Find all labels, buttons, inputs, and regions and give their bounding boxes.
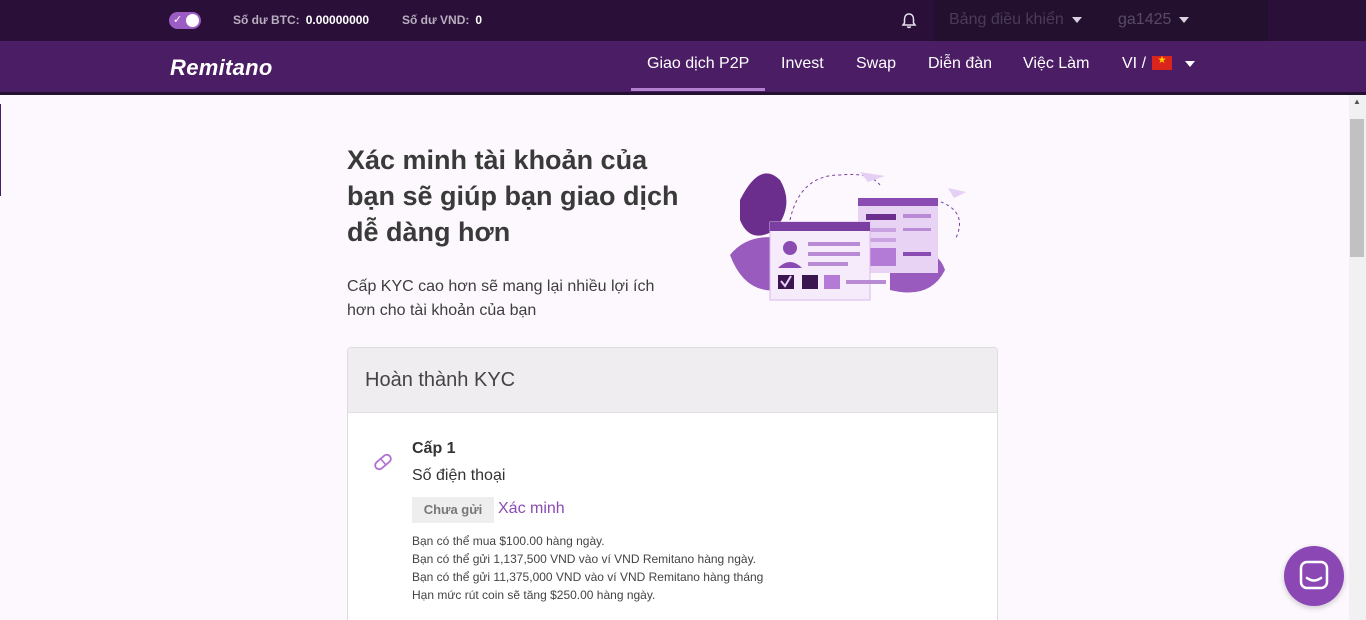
language-label: VI / [1122,55,1147,72]
vietnam-flag-icon [1152,55,1173,70]
nav-item-invest[interactable]: Invest [781,55,824,73]
scroll-up-arrow-icon[interactable]: ▲ [1353,97,1361,106]
toggle-knob [186,14,199,27]
kyc-illustration [730,172,966,301]
limit-item: Bạn có thể gửi 11,375,000 VND vào ví VND… [412,570,764,584]
chevron-down-icon [1179,16,1190,23]
limit-item: Bạn có thể gửi 1,137,500 VND vào ví VND … [412,552,757,566]
btc-balance: Số dư BTC: 0.00000000 [233,13,369,27]
dashboard-dropdown[interactable]: Bảng điều khiển [949,11,1082,29]
vnd-balance-label: Số dư VND: [402,13,470,27]
limit-item: Hạn mức rút coin sẽ tăng $250.00 hàng ng… [412,588,656,602]
vnd-balance: Số dư VND: 0 [402,13,482,27]
nav-item-jobs[interactable]: Việc Làm [1023,55,1089,73]
language-selector[interactable]: VI / [1122,55,1195,73]
balance-toggle[interactable]: ✓ [169,12,201,29]
dashboard-label: Bảng điều khiển [949,11,1064,28]
kyc-level-label: Cấp 1 [412,440,456,457]
chat-icon [1299,560,1329,590]
nav-item-p2p[interactable]: Giao dịch P2P [647,55,749,73]
phone-pill-icon [374,453,392,471]
nav-active-indicator [631,88,765,91]
chevron-down-icon [1184,60,1195,67]
verify-link[interactable]: Xác minh [498,500,565,518]
nav-divider [0,92,1366,95]
limit-item: Bạn có thể mua $100.00 hàng ngày. [412,534,605,548]
page-subtitle: Cấp KYC cao hơn sẽ mang lại nhiều lợi íc… [347,278,655,319]
username: ga1425 [1118,11,1172,28]
page-title: Xác minh tài khoản của bạn sẽ giúp bạn g… [347,145,679,247]
bell-icon[interactable] [899,11,919,31]
kyc-method: Số điện thoại [412,467,506,484]
check-icon: ✓ [173,14,183,26]
nav-item-swap[interactable]: Swap [856,55,896,73]
user-menu[interactable]: ga1425 [1118,11,1190,29]
vnd-balance-value: 0 [475,13,483,27]
nav-item-forum[interactable]: Diễn đàn [928,55,992,73]
kyc-limits-list: Bạn có thể mua $100.00 hàng ngày. Bạn có… [412,532,763,604]
kyc-card-header: Hoàn thành KYC [348,348,997,413]
btc-balance-label: Số dư BTC: [233,13,300,27]
left-edge-line [0,104,1,196]
remitano-logo[interactable]: Remitano [170,55,273,81]
chevron-down-icon [1071,16,1082,23]
scrollbar-thumb[interactable] [1350,119,1364,257]
chat-launcher-button[interactable] [1284,546,1344,606]
btc-balance-value: 0.00000000 [305,13,370,27]
status-badge: Chưa gửi [412,497,494,523]
